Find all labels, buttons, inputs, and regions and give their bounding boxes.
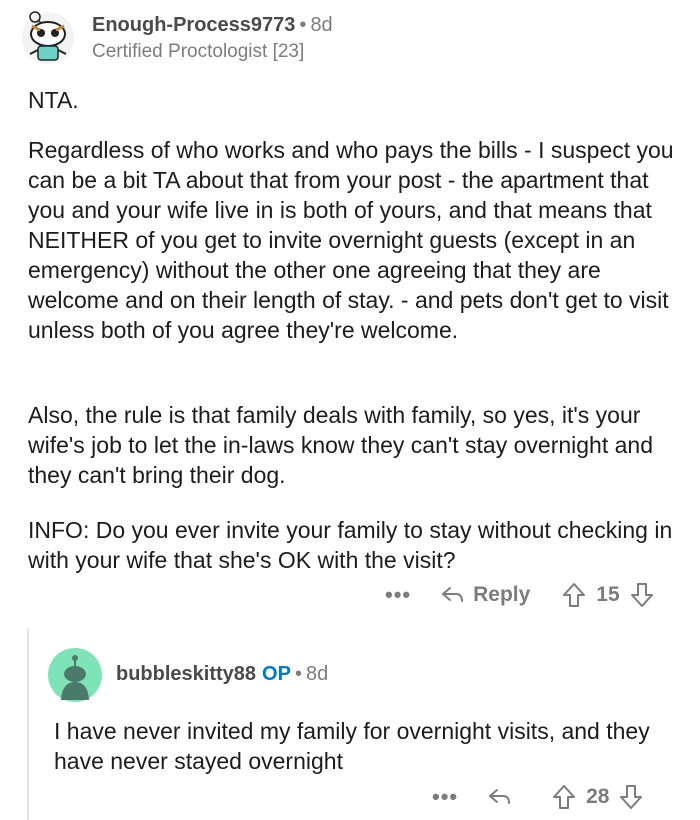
comment-paragraph: INFO: Do you ever invite your family to …	[28, 517, 673, 573]
reply-meta: bubbleskitty88 OP • 8d	[116, 663, 328, 686]
reply-actions: ••• 28	[432, 784, 643, 810]
comment-actions: ••• Reply 15	[385, 582, 654, 608]
separator-dot: •	[294, 663, 302, 685]
reply-text: I have never invited my family for overn…	[54, 718, 650, 774]
username[interactable]: Enough-Process9773	[92, 14, 295, 36]
thread-line[interactable]	[27, 628, 29, 820]
comment-paragraph: Regardless of who works and who pays the…	[28, 137, 674, 343]
downvote-icon[interactable]	[630, 582, 654, 608]
user-avatar[interactable]	[20, 8, 76, 66]
more-options-button[interactable]: •••	[432, 784, 458, 810]
upvote-icon[interactable]	[552, 784, 576, 810]
vote-control: 28	[552, 784, 643, 810]
user-flair: Certified Proctologist [23]	[92, 41, 305, 62]
reply-arrow-icon	[442, 587, 464, 602]
vote-control: 15	[562, 582, 653, 608]
more-options-button[interactable]: •••	[385, 582, 411, 608]
reply-label: Reply	[473, 583, 531, 606]
vote-score: 28	[586, 785, 610, 808]
comment-meta: Enough-Process9773 • 8d Certified Proctolo…	[92, 14, 333, 63]
op-badge: OP	[262, 663, 291, 685]
comment-paragraph: NTA.	[28, 87, 79, 113]
separator-dot: •	[299, 14, 307, 36]
downvote-icon[interactable]	[619, 784, 643, 810]
reply-button[interactable]: Reply	[441, 583, 530, 607]
user-avatar[interactable]	[48, 648, 102, 702]
username[interactable]: bubbleskitty88	[116, 663, 256, 685]
comment-age: 8d	[305, 663, 329, 685]
reply-arrow-icon	[489, 789, 511, 804]
comment-paragraph: Also, the rule is that family deals with…	[28, 402, 653, 488]
reply-button[interactable]	[488, 787, 520, 807]
vote-score: 15	[596, 583, 620, 606]
upvote-icon[interactable]	[562, 582, 586, 608]
comment-age: 8d	[310, 14, 333, 36]
